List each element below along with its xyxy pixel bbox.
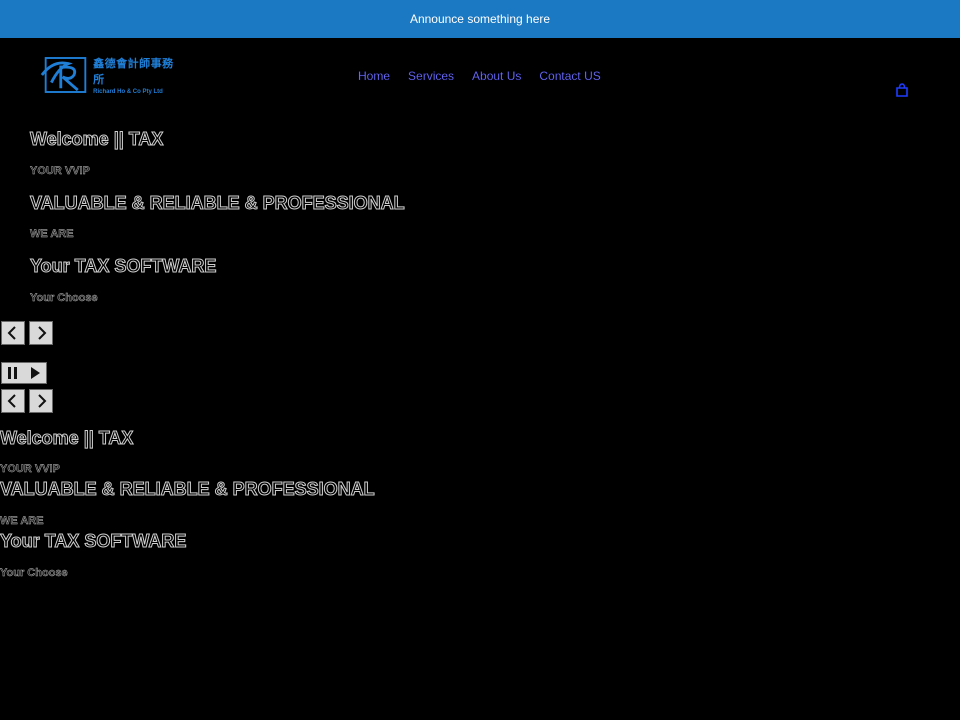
chevron-left-icon xyxy=(5,393,21,409)
cart-icon[interactable] xyxy=(894,82,910,98)
slide-1-subtitle-3: Your Choose xyxy=(30,292,98,304)
chevron-right-icon xyxy=(33,393,49,409)
slide-2-heading-3: Your TAX SOFTWARE xyxy=(0,531,186,552)
play-pause-button[interactable] xyxy=(1,362,47,384)
nav-item-services[interactable]: Services xyxy=(408,69,454,83)
logo-mark-icon xyxy=(40,53,89,97)
slide-2-subtitle-3: Your Choose xyxy=(0,567,68,579)
slide-2-subtitle-1: YOUR VVIP xyxy=(0,463,60,475)
brand-logo[interactable]: 鑫德會計師事務所 Richard Ho & Co Pty Ltd xyxy=(40,52,180,98)
slide-1-heading-2: VALUABLE & RELIABLE & PROFESSIONAL xyxy=(30,193,405,214)
slide-2-title: Welcome || TAX xyxy=(0,428,133,449)
slide-2-heading-2: VALUABLE & RELIABLE & PROFESSIONAL xyxy=(0,479,375,500)
slide-1-subtitle-2: WE ARE xyxy=(30,228,74,240)
chevron-right-icon xyxy=(33,325,49,341)
main-nav: Home Services About Us Contact US xyxy=(358,69,601,83)
slide-2-subtitle-2: WE ARE xyxy=(0,515,44,527)
slide-1-title: Welcome || TAX xyxy=(30,129,163,150)
slider-arrows-2 xyxy=(1,389,53,413)
announcement-bar: Announce something here xyxy=(0,0,960,38)
logo-text: 鑫德會計師事務所 Richard Ho & Co Pty Ltd xyxy=(93,55,180,95)
announcement-text: Announce something here xyxy=(410,12,550,26)
slide-prev-button[interactable] xyxy=(1,321,25,345)
slide-next-button[interactable] xyxy=(29,389,53,413)
slide-1-heading-3: Your TAX SOFTWARE xyxy=(30,256,216,277)
slide-1-subtitle-1: YOUR VVIP xyxy=(30,165,90,177)
nav-item-contact-us[interactable]: Contact US xyxy=(539,69,600,83)
brand-name-en: Richard Ho & Co Pty Ltd xyxy=(93,89,180,95)
play-icon xyxy=(28,366,42,380)
slider-arrows-1 xyxy=(1,321,53,345)
chevron-left-icon xyxy=(5,325,21,341)
nav-item-home[interactable]: Home xyxy=(358,69,390,83)
slide-next-button[interactable] xyxy=(29,321,53,345)
slide-prev-button[interactable] xyxy=(1,389,25,413)
pause-icon xyxy=(6,366,20,380)
autoplay-control xyxy=(1,362,47,384)
nav-item-about-us[interactable]: About Us xyxy=(472,69,521,83)
brand-name-cn: 鑫德會計師事務所 xyxy=(93,55,180,87)
